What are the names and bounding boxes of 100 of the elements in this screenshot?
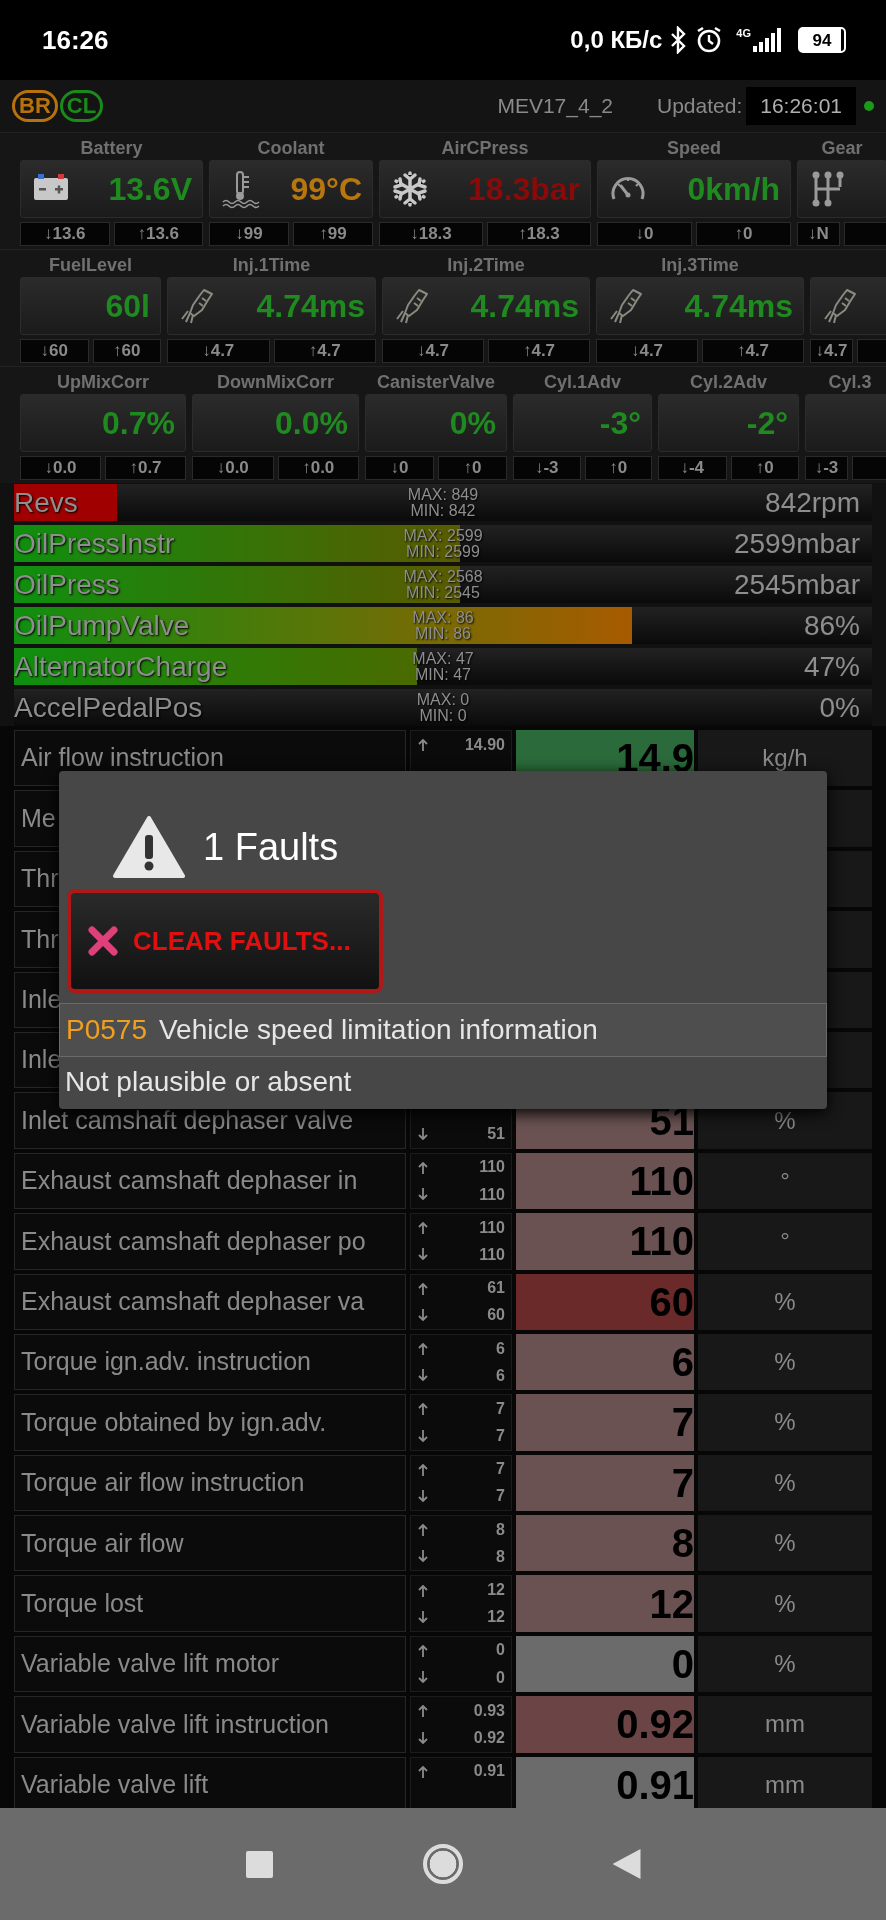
unit-cell: % [698, 1575, 872, 1632]
gauge-value: 13.6V [108, 173, 192, 205]
bar-label: OilPress [14, 570, 120, 599]
value-cell: 110 [516, 1213, 694, 1270]
gauge-label: Cyl.2Adv [690, 370, 767, 394]
gauge-minmax: ↑13.6 [113, 222, 203, 246]
gauge-value: 0km/h [687, 173, 780, 205]
arrow-down-icon [417, 1247, 429, 1263]
value-cell: 60 [516, 1273, 694, 1330]
gauge-label: CanisterValve [376, 370, 496, 394]
bar-min: MIN: 842 [410, 502, 476, 519]
max-value: 14.90 [464, 734, 505, 755]
min-value: 0 [496, 1667, 505, 1688]
bar-min: MIN: 0 [419, 707, 467, 724]
gauge-minmax: ↓-4 [658, 456, 727, 480]
arrow-up-icon [417, 1763, 429, 1779]
unit-cell: % [698, 1394, 872, 1451]
min-value: 0.92 [473, 1728, 505, 1749]
max-value: 6 [496, 1338, 505, 1359]
badge[interactable]: BR [12, 90, 58, 122]
gauge-value: 18.3bar [467, 173, 580, 205]
value-cell: 0.91 [516, 1756, 694, 1808]
unit-cell: mm [698, 1756, 872, 1808]
parameter-name: Torque lost [14, 1575, 406, 1632]
gauge-value: 0.0% [275, 407, 348, 439]
gauge-minmax: ↓99 [209, 222, 289, 246]
gauge-label: Cyl.3 [828, 370, 872, 394]
gauge-label: Gear [821, 136, 863, 160]
gauge-minmax: ↓4.7 [810, 339, 853, 363]
unit-cell: ° [698, 1152, 872, 1210]
gauge-minmax: ↓4.7 [167, 339, 270, 363]
parameter-name: Torque ign.adv. instruction [14, 1333, 406, 1391]
unit-cell: % [698, 1635, 872, 1693]
signal-icon [752, 28, 782, 52]
gauge-value: 4.74ms [684, 290, 793, 322]
value-cell: 7 [516, 1454, 694, 1512]
min-value: 8 [496, 1546, 505, 1567]
max-value: 12 [487, 1580, 505, 1601]
battery-indicator: 94 [798, 27, 846, 53]
arrow-up-icon [417, 737, 429, 753]
arrow-down-icon [417, 1368, 429, 1384]
value-cell: 8 [516, 1515, 694, 1572]
unit-cell: ° [698, 1213, 872, 1270]
badge[interactable]: CL [59, 90, 104, 122]
max-value: 8 [496, 1519, 505, 1540]
bar-label: OilPumpValve [14, 611, 190, 640]
bar-max: MAX: 0 [416, 691, 470, 708]
bar-label: AlternatorCharge [14, 652, 228, 681]
gauge-value: 0.7% [102, 407, 175, 439]
parameter-name: Variable valve lift motor [14, 1635, 406, 1693]
parameter-name: Exhaust camshaft dephaser in [14, 1152, 406, 1210]
arrow-up-icon [417, 1159, 429, 1175]
gauge-minmax: ↓N [797, 222, 840, 246]
bar-label: AccelPedalPos [14, 693, 203, 722]
gauge-minmax: ↑0 [730, 456, 799, 480]
value-cell: 12 [516, 1575, 694, 1632]
warning-icon [113, 815, 185, 879]
max-value: 0.93 [473, 1700, 505, 1721]
gauge-minmax: ↓0.0 [192, 456, 274, 480]
gauge-label: Inj.2Time [447, 253, 525, 277]
arrow-up-icon [417, 1703, 429, 1719]
gauge-label: Speed [667, 136, 721, 160]
bar-min: MIN: 86 [415, 625, 471, 642]
close-icon [87, 925, 119, 957]
gauge-value: 60l [105, 290, 150, 322]
gauge-value: 0% [449, 407, 496, 439]
max-value: 0 [496, 1640, 505, 1661]
fault-row[interactable]: P0575 Vehicle speed limitation information [59, 1003, 827, 1057]
gauge-minmax: ↑0 [584, 456, 652, 480]
thermometer-icon [220, 169, 260, 209]
value-cell: 0 [516, 1635, 694, 1693]
arrow-up-icon [417, 1220, 429, 1236]
arrow-down-icon [417, 1307, 429, 1323]
min-value: 12 [487, 1607, 505, 1628]
clear-faults-button[interactable]: CLEAR FAULTS... [67, 889, 383, 993]
value-cell: 0.92 [516, 1696, 694, 1753]
max-value: 7 [496, 1459, 505, 1480]
max-value: 61 [487, 1278, 505, 1299]
network-speed: 0,0 КБ/с [570, 25, 663, 55]
arrow-up-icon [417, 1642, 429, 1658]
gauge-label: Inj.3Time [661, 253, 739, 277]
max-value: 110 [479, 1217, 505, 1238]
recents-button[interactable] [245, 1850, 273, 1878]
gauge-value: 4.74ms [256, 290, 365, 322]
gauge-minmax: ↓0.0 [20, 456, 101, 480]
min-value: 6 [496, 1365, 505, 1386]
arrow-down-icon [417, 1126, 429, 1142]
home-button[interactable] [422, 1844, 463, 1884]
snowflake-icon [390, 169, 430, 209]
unit-cell: mm [698, 1696, 872, 1753]
gauge-minmax: ↓4.7 [382, 339, 484, 363]
gauge-minmax: ↑99 [293, 222, 373, 246]
bar-max: MAX: 86 [412, 609, 474, 626]
unit-cell: % [698, 1333, 872, 1391]
gauge-minmax: ↓0 [597, 222, 692, 246]
bar-label: Revs [14, 488, 78, 517]
gauge-minmax: ↓0 [365, 456, 434, 480]
gauge-minmax: ↑4.7 [702, 339, 804, 363]
min-value: 110 [479, 1184, 505, 1205]
bar-max: MAX: 2568 [403, 568, 483, 585]
